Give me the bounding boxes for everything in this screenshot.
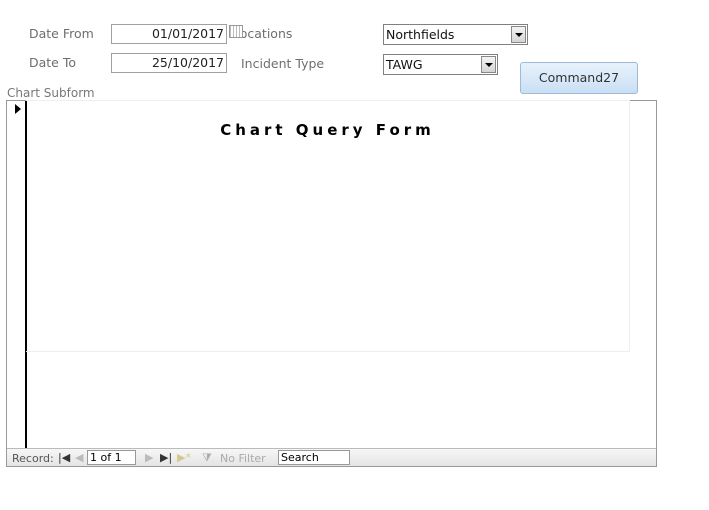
date-from-input[interactable]: 01/01/2017 bbox=[111, 24, 227, 44]
no-filter-button[interactable]: No Filter bbox=[220, 452, 266, 465]
chevron-down-icon[interactable] bbox=[481, 56, 496, 73]
record-selector[interactable] bbox=[7, 101, 27, 448]
chart-area: Chart Query Form bbox=[26, 100, 630, 352]
chevron-down-icon[interactable] bbox=[511, 26, 526, 43]
calendar-icon[interactable] bbox=[229, 25, 243, 38]
chart-title: Chart Query Form bbox=[220, 121, 435, 139]
command27-button[interactable]: Command27 bbox=[520, 62, 638, 94]
current-record-icon bbox=[15, 104, 21, 114]
incident-type-value: TAWG bbox=[386, 57, 423, 72]
incident-type-combobox[interactable]: TAWG bbox=[383, 54, 498, 75]
first-record-icon[interactable]: |◀ bbox=[58, 451, 70, 464]
previous-record-icon[interactable]: ◀ bbox=[75, 451, 83, 464]
date-to-label: Date To bbox=[29, 55, 77, 70]
current-record-input[interactable]: 1 of 1 bbox=[87, 450, 136, 465]
incident-type-label: Incident Type bbox=[241, 56, 325, 71]
locations-value: Northfields bbox=[386, 27, 455, 42]
chart-subform-label: Chart Subform bbox=[7, 86, 95, 100]
last-record-icon[interactable]: ▶| bbox=[160, 451, 172, 464]
date-to-input[interactable]: 25/10/2017 bbox=[111, 53, 227, 73]
locations-combobox[interactable]: Northfields bbox=[383, 24, 528, 45]
chart-subform: Chart Query Form Record: |◀ ◀ 1 of 1 ▶ ▶… bbox=[6, 100, 657, 467]
filter-icon: ⧩ bbox=[202, 451, 212, 464]
search-input[interactable]: Search bbox=[278, 450, 350, 465]
record-navigation-bar: Record: |◀ ◀ 1 of 1 ▶ ▶| ▶* ⧩ No Filter … bbox=[7, 448, 656, 466]
record-label: Record: bbox=[12, 452, 54, 465]
next-record-icon[interactable]: ▶ bbox=[145, 451, 153, 464]
new-record-icon[interactable]: ▶* bbox=[177, 451, 191, 464]
date-from-label: Date From bbox=[29, 26, 94, 41]
